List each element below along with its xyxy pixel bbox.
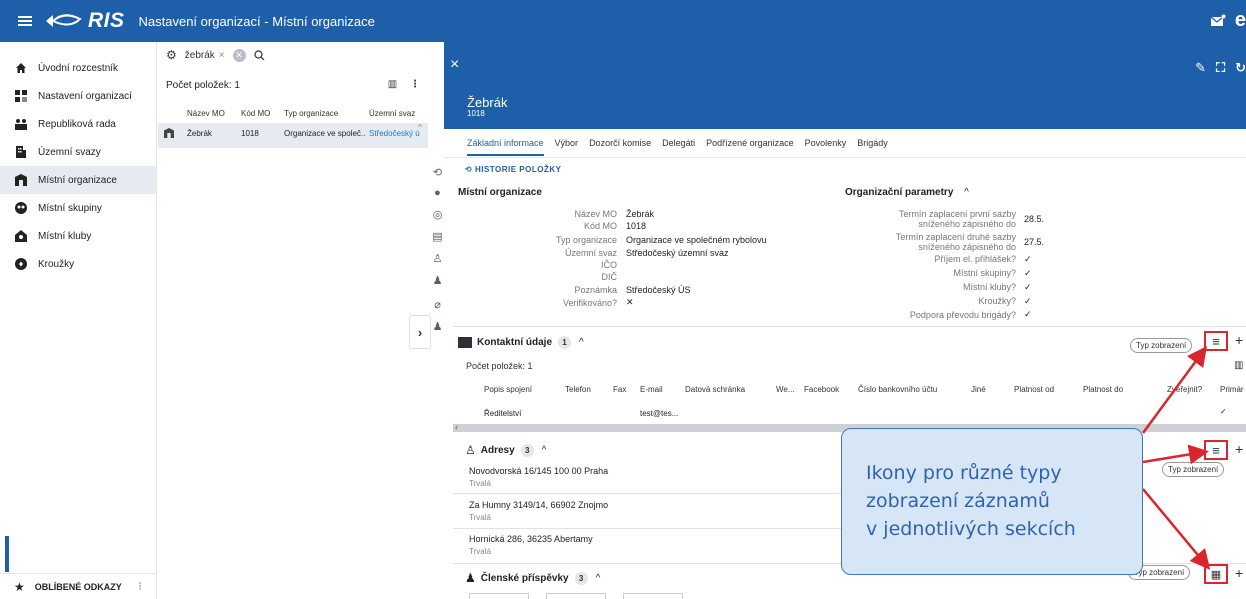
callout-line: Ikony pro různé typy xyxy=(866,462,1062,484)
callout-line: zobrazení záznamů xyxy=(866,490,1050,512)
callout-line: v jednotlivých sekcích xyxy=(866,518,1076,540)
annotation-callout: Ikony pro různé typy zobrazení záznamů v… xyxy=(841,428,1143,575)
arrow-to-addresses-view xyxy=(1142,444,1209,465)
arrow-to-fees-view xyxy=(1142,488,1211,570)
arrow-to-contacts-view xyxy=(1141,345,1207,434)
